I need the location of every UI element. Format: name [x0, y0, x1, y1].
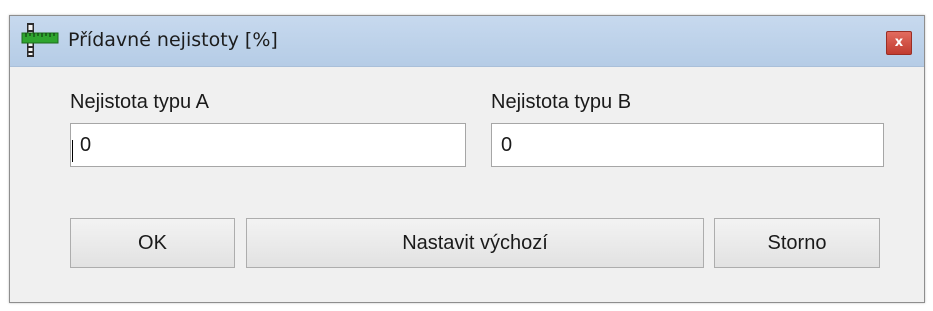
dialog-title: Přídavné nejistoty [%] [68, 29, 278, 51]
close-button[interactable]: x [886, 31, 912, 55]
ok-button[interactable]: OK [70, 218, 235, 268]
type-b-input[interactable] [491, 123, 884, 167]
type-b-label: Nejistota typu B [491, 91, 632, 113]
type-a-input[interactable] [70, 123, 466, 167]
type-a-label: Nejistota typu A [70, 91, 209, 113]
title-bar[interactable]: Přídavné nejistoty [%] x [10, 16, 924, 67]
set-default-button[interactable]: Nastavit výchozí [246, 218, 704, 268]
ruler-caliper-icon [21, 23, 59, 57]
cancel-button[interactable]: Storno [714, 218, 880, 268]
text-cursor [72, 140, 73, 162]
